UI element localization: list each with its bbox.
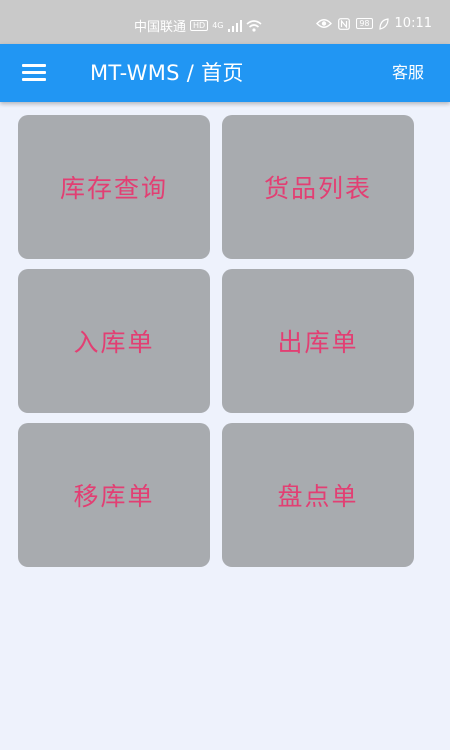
- status-right: 98 10:11: [316, 16, 432, 31]
- carrier-label: 中国联通: [134, 20, 187, 35]
- outbound-order-tile[interactable]: 出库单: [222, 269, 414, 413]
- app-bar: MT-WMS / 首页 客服: [0, 44, 450, 102]
- status-bar: 中国联通 HD 4G 98 10:11: [0, 0, 450, 44]
- page-title: MT-WMS / 首页: [90, 61, 244, 85]
- battery-icon: 98: [356, 18, 373, 29]
- stocktake-order-tile[interactable]: 盘点单: [222, 423, 414, 567]
- status-left: 中国联通 HD 4G: [134, 16, 262, 35]
- eye-icon: [316, 19, 333, 28]
- transfer-order-tile[interactable]: 移库单: [18, 423, 210, 567]
- customer-service-button[interactable]: 客服: [392, 62, 424, 84]
- network-label: 4G: [212, 21, 224, 30]
- clock: 10:11: [394, 16, 432, 31]
- goods-list-tile[interactable]: 货品列表: [222, 115, 414, 259]
- inventory-query-tile[interactable]: 库存查询: [18, 115, 210, 259]
- menu-icon[interactable]: [22, 64, 48, 84]
- hd-badge: HD: [190, 20, 209, 31]
- nfc-icon: [338, 17, 351, 30]
- inbound-order-tile[interactable]: 入库单: [18, 269, 210, 413]
- signal-icon: [227, 19, 242, 32]
- leaf-icon: [378, 17, 389, 30]
- wifi-icon: [245, 19, 262, 32]
